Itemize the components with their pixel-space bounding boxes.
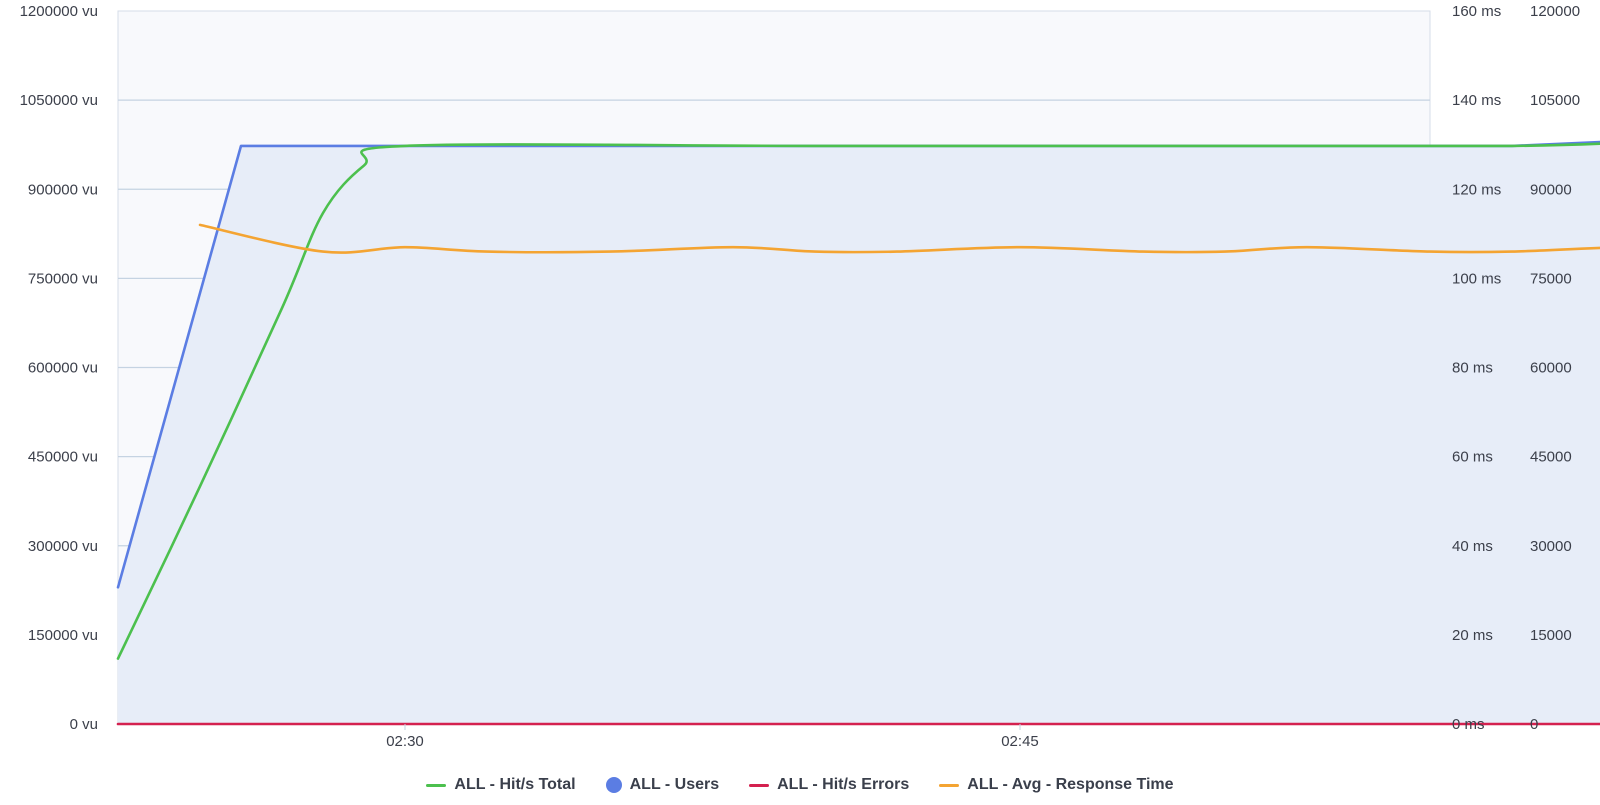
legend-label: ALL - Users — [629, 776, 720, 793]
y-right-hits-tick-label: 45000 — [1530, 449, 1572, 466]
y-right-hits-tick-label: 120000 — [1530, 3, 1580, 20]
y-right-hits-tick-label: 30000 — [1530, 538, 1572, 555]
y-left-tick-label: 600000 vu — [28, 360, 98, 377]
y-right-ms-tick-label: 120 ms — [1452, 181, 1501, 198]
legend-swatch-hits-total — [426, 783, 447, 787]
y-left-tick-label: 150000 vu — [28, 627, 98, 644]
y-right-hits-tick-label: 90000 — [1530, 181, 1572, 198]
y-left-tick-label: 1050000 vu — [20, 92, 98, 109]
y-left-tick-label: 450000 vu — [28, 449, 98, 466]
x-axis: 02:3002:4503:0003:1503:3003:4504:0004:15… — [386, 724, 1039, 750]
y-right-ms-tick-label: 100 ms — [1452, 270, 1501, 287]
y-right-hits-tick-label: 105000 — [1530, 92, 1580, 109]
y-right-hits-tick-label: 15000 — [1530, 627, 1572, 644]
legend-swatch-hits-errors — [749, 783, 770, 787]
legend-item-users[interactable]: ALL - Users — [605, 776, 720, 794]
y-right-ms-tick-label: 60 ms — [1452, 449, 1493, 466]
legend-label: ALL - Hit/s Total — [454, 776, 576, 793]
users-area-fill — [118, 142, 1600, 724]
chart-svg: 0 vu 150000 vu 300000 vu 450000 vu 600000 vu… — [20, 3, 1600, 750]
y-left-tick-label: 750000 vu — [28, 270, 98, 287]
x-tick-label: 02:45 — [1001, 733, 1039, 750]
y-right-hits-tick-label: 0 — [1530, 716, 1538, 733]
legend-item-hits-total[interactable]: ALL - Hit/s Total — [426, 776, 576, 794]
y-right-hits-tick-label: 60000 — [1530, 360, 1572, 377]
x-tick-label: 02:30 — [386, 733, 424, 750]
users-area — [118, 142, 1600, 724]
legend-label: ALL - Avg - Response Time — [967, 776, 1174, 793]
y-left-tick-label: 0 vu — [70, 716, 98, 733]
y-right-ms-tick-label: 140 ms — [1452, 92, 1501, 109]
chart-root: 0 vu 150000 vu 300000 vu 450000 vu 600000 vu… — [0, 0, 1600, 805]
y-right-ms-tick-label: 0 ms — [1452, 716, 1485, 733]
legend-item-hits-errors[interactable]: ALL - Hit/s Errors — [749, 776, 909, 794]
y-right-ms-tick-label: 160 ms — [1452, 3, 1501, 20]
y-right-hits-tick-label: 75000 — [1530, 270, 1572, 287]
y-left-tick-label: 300000 vu — [28, 538, 98, 555]
y-right-ms-tick-label: 80 ms — [1452, 360, 1493, 377]
legend: ALL - Hit/s Total ALL - Users ALL - Hit/… — [0, 770, 1600, 800]
y-left-tick-label: 900000 vu — [28, 181, 98, 198]
legend-item-response-time[interactable]: ALL - Avg - Response Time — [939, 776, 1174, 794]
y-right-ms-tick-label: 20 ms — [1452, 627, 1493, 644]
legend-swatch-users — [605, 777, 622, 793]
y-right-ms-tick-label: 40 ms — [1452, 538, 1493, 555]
y-axis-left: 0 vu 150000 vu 300000 vu 450000 vu 600000 vu… — [20, 3, 98, 733]
y-left-tick-label: 1200000 vu — [20, 3, 98, 20]
legend-label: ALL - Hit/s Errors — [777, 776, 910, 793]
legend-swatch-response-time — [939, 783, 960, 787]
